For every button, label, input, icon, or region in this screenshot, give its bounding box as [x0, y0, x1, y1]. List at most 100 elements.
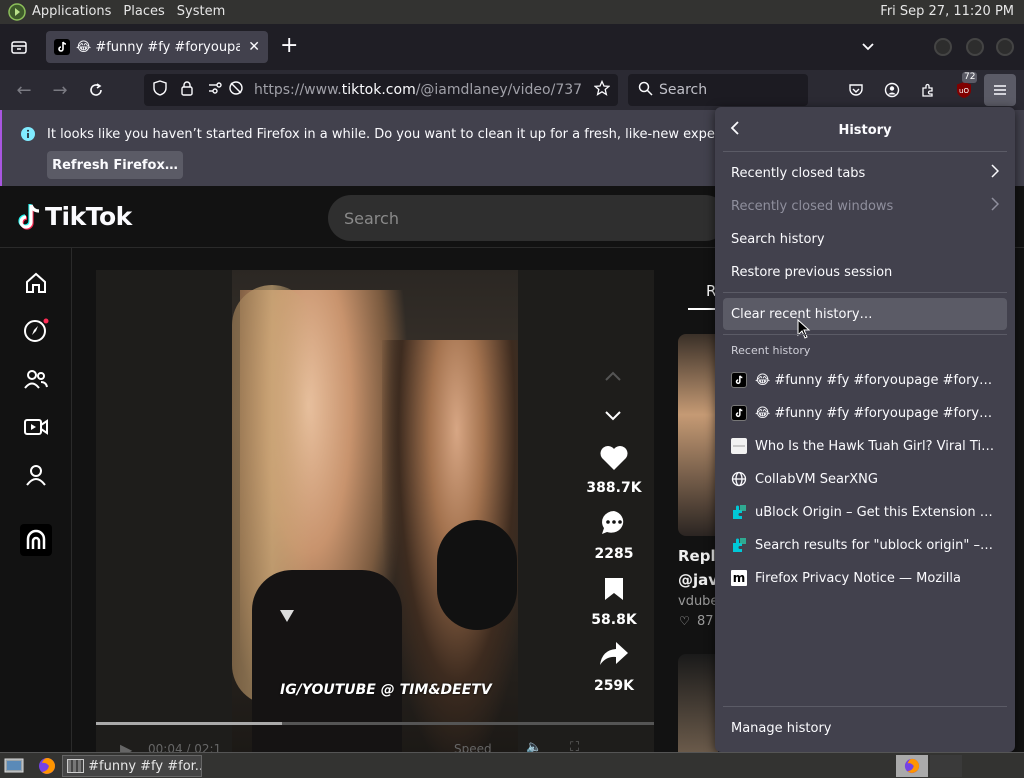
history-entry[interactable]: Search results for "ublock origin" – Add… [723, 530, 1007, 560]
generic-favicon-icon [731, 438, 747, 454]
recent-history-header: Recent history [731, 344, 811, 357]
next-video-icon[interactable] [604, 406, 622, 425]
permissions-icon[interactable] [208, 80, 226, 100]
app-menu-icon[interactable] [984, 74, 1016, 106]
recently-closed-tabs-item[interactable]: Recently closed tabs [723, 158, 1007, 188]
history-entry[interactable]: m Firefox Privacy Notice — Mozilla [723, 563, 1007, 593]
tab-tiktok-video[interactable]: 😂 #funny #fy #foryoupage ✕ [46, 31, 268, 63]
video-frame [232, 270, 518, 752]
like-icon[interactable] [599, 444, 629, 476]
restore-session-item[interactable]: Restore previous session [723, 257, 1007, 287]
system-top-panel: Applications Places System Fri Sep 27, 1… [0, 0, 1024, 24]
list-all-tabs-icon[interactable] [860, 38, 876, 58]
tiktok-note-icon [18, 203, 40, 230]
new-tab-icon[interactable]: + [280, 35, 298, 57]
previous-video-icon[interactable] [604, 366, 622, 385]
taskbar-window-button[interactable]: #funny #fy #for... [62, 755, 202, 777]
back-icon[interactable]: ← [12, 78, 36, 102]
url-text[interactable]: https://www.tiktok.com/@iamdlaney/video/… [254, 82, 582, 98]
mozilla-favicon-icon: m [731, 570, 747, 586]
history-entry-title: CollabVM SearXNG [755, 471, 878, 487]
extensions-icon[interactable] [916, 78, 940, 102]
ublock-origin-icon[interactable]: uO 72 [952, 72, 978, 102]
share-icon[interactable] [598, 640, 630, 672]
url-bar[interactable]: https://www.tiktok.com/@iamdlaney/video/… [144, 74, 618, 106]
comment-count: 2285 [594, 546, 634, 562]
search-history-item[interactable]: Search history [723, 224, 1007, 254]
history-entry[interactable]: 😂 #funny #fy #foryoupage #foryou #laugh … [723, 365, 1007, 395]
tiktok-search-input[interactable]: Search [328, 195, 728, 241]
close-tab-icon[interactable]: ✕ [248, 39, 260, 55]
manage-history-label: Manage history [731, 720, 832, 736]
url-domain: tiktok.com [341, 82, 416, 98]
reload-icon[interactable] [84, 78, 108, 102]
divider [723, 151, 1007, 152]
comment-mention: @jav [678, 571, 719, 589]
recently-closed-windows-item: Recently closed windows [723, 191, 1007, 221]
pocket-icon[interactable] [844, 78, 868, 102]
bottom-taskbar: #funny #fy #for... [0, 752, 1024, 778]
volume-icon[interactable]: 🔈 [526, 740, 542, 752]
fullscreen-icon[interactable]: ⛶ [570, 740, 579, 752]
creator-tools-icon[interactable] [20, 524, 52, 556]
related-video-thumb-1[interactable] [678, 334, 718, 536]
comment-icon[interactable] [599, 508, 629, 540]
speed-label[interactable]: Speed [454, 742, 492, 752]
tab-bar: 😂 #funny #fy #foryoupage ✕ + [0, 24, 1024, 70]
video-player[interactable]: IG/YOUTUBE @ TIM&DEETV ▶ 00:04 / 02:1 Sp… [96, 270, 654, 752]
restore-session-label: Restore previous session [731, 264, 893, 280]
search-bar[interactable]: Search [628, 74, 808, 106]
maximize-window-icon[interactable] [966, 38, 984, 56]
refresh-firefox-button[interactable]: Refresh Firefox… [47, 151, 183, 179]
lock-icon[interactable] [180, 80, 196, 100]
clear-recent-history-item[interactable]: Clear recent history… [723, 298, 1007, 330]
gnome-foot-icon[interactable] [8, 3, 26, 21]
comment-username[interactable]: vdube [678, 594, 718, 609]
history-entry[interactable]: uBlock Origin – Get this Extension for F… [723, 497, 1007, 527]
firefox-view-icon[interactable] [10, 38, 28, 56]
history-entry-title: uBlock Origin – Get this Extension for F… [755, 504, 995, 520]
places-menu[interactable]: Places [117, 0, 170, 24]
explore-icon[interactable] [20, 315, 52, 347]
workspace-2[interactable] [930, 755, 962, 777]
video-progress-fill [96, 722, 282, 725]
home-icon[interactable] [20, 267, 52, 299]
forward-icon[interactable]: → [48, 78, 72, 102]
live-icon[interactable] [20, 411, 52, 443]
tiktok-logo[interactable]: TikTok [16, 202, 132, 231]
applications-menu[interactable]: Applications [26, 0, 117, 24]
related-video-thumb-2[interactable] [678, 654, 718, 752]
tiktok-search-placeholder: Search [344, 208, 399, 228]
history-entry[interactable]: 😂 #funny #fy #foryoupage #foryou #laugh … [723, 398, 1007, 428]
divider [723, 292, 1007, 293]
close-window-icon[interactable] [996, 38, 1014, 56]
profile-icon[interactable] [20, 459, 52, 491]
clock[interactable]: Fri Sep 27, 11:20 PM [874, 0, 1020, 24]
show-desktop-icon[interactable] [4, 755, 24, 777]
play-icon[interactable]: ▶ [120, 740, 132, 752]
account-icon[interactable] [880, 78, 904, 102]
comment-like-heart-icon[interactable]: ♡ [679, 614, 690, 628]
video-overlay-caption: IG/YOUTUBE @ TIM&DEETV [280, 682, 492, 698]
autoplay-blocked-icon[interactable] [228, 80, 246, 100]
tracking-shield-icon[interactable] [152, 80, 168, 100]
url-prefix: https://www. [254, 82, 342, 98]
bookmark-star-icon[interactable] [593, 79, 611, 100]
history-entry[interactable]: CollabVM SearXNG [723, 464, 1007, 494]
history-entry[interactable]: Who Is the Hawk Tuah Girl? Viral TikTok … [723, 431, 1007, 461]
tiktok-sidebar [0, 248, 72, 752]
manage-history-item[interactable]: Manage history [723, 713, 1007, 743]
search-history-label: Search history [731, 231, 825, 247]
recently-closed-windows-label: Recently closed windows [731, 198, 894, 214]
system-menu[interactable]: System [171, 0, 231, 24]
taskbar-window-title: #funny #fy #for... [88, 758, 201, 774]
history-entry-title: Firefox Privacy Notice — Mozilla [755, 570, 961, 586]
amo-puzzle-icon [731, 537, 747, 553]
mouse-cursor-icon [797, 318, 811, 343]
tiktok-favicon-icon [731, 405, 747, 421]
following-icon[interactable] [20, 363, 52, 395]
firefox-launcher-icon[interactable] [38, 755, 56, 777]
bookmark-icon[interactable] [603, 576, 625, 606]
minimize-window-icon[interactable] [934, 38, 952, 56]
workspace-switcher[interactable] [896, 755, 928, 777]
